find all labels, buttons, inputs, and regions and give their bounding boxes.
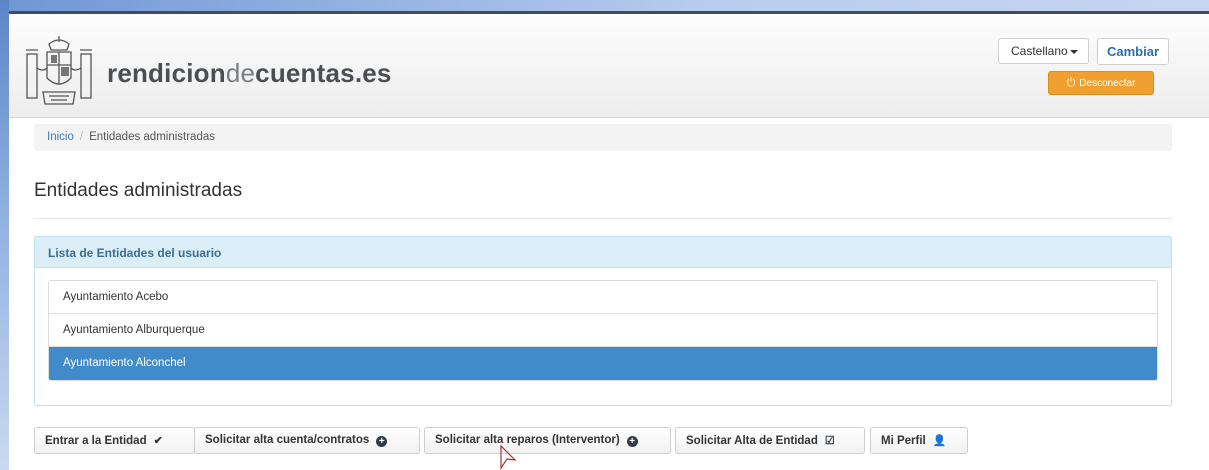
request-entity-button[interactable]: Solicitar Alta de Entidad ☑: [675, 427, 865, 454]
request-reparos-label: Solicitar alta reparos (Interventor): [435, 434, 620, 446]
request-reparos-button[interactable]: Solicitar alta reparos (Interventor) +: [424, 427, 671, 454]
breadcrumb-current: Entidades administradas: [89, 131, 215, 143]
window-side-strip: [0, 0, 9, 470]
plus-circle-icon: +: [626, 436, 638, 447]
page-title: Entidades administradas: [34, 180, 243, 201]
language-select[interactable]: Castellano: [998, 38, 1089, 64]
coat-of-arms-icon: [26, 36, 92, 105]
request-entity-label: Solicitar Alta de Entidad: [686, 435, 818, 447]
entity-list-item-selected[interactable]: Ayuntamiento Alconchel: [49, 347, 1157, 380]
logout-button[interactable]: ⏻ Desconectar: [1048, 71, 1154, 95]
entities-panel: Lista de Entidades del usuario Ayuntamie…: [34, 236, 1172, 406]
entity-list-item[interactable]: Ayuntamiento Alburquerque: [49, 314, 1157, 347]
power-icon: ⏻: [1066, 77, 1076, 89]
enter-entity-button[interactable]: Entrar a la Entidad ✔: [34, 427, 195, 454]
logout-label: Desconectar: [1079, 78, 1136, 89]
breadcrumb-separator: /: [79, 131, 84, 143]
my-profile-button[interactable]: Mi Perfil 👤: [870, 427, 968, 454]
request-accounts-button[interactable]: Solicitar alta cuenta/contratos +: [194, 427, 420, 454]
entity-list-item[interactable]: Ayuntamiento Acebo: [49, 281, 1157, 314]
edit-check-icon: ☑: [824, 435, 835, 447]
plus-circle-icon: +: [376, 436, 388, 447]
site-header: rendiciondecuentas.es Castellano Cambiar…: [9, 14, 1209, 118]
my-profile-label: Mi Perfil: [881, 435, 926, 447]
request-accounts-label: Solicitar alta cuenta/contratos: [205, 434, 370, 446]
user-icon: 👤: [932, 435, 947, 447]
brand-logo-text[interactable]: rendiciondecuentas.es: [107, 58, 392, 89]
brand-part-3: cuentas.es: [255, 58, 392, 88]
brand-part-2: de: [225, 58, 256, 88]
brand-part-1: rendicion: [107, 58, 226, 88]
breadcrumb: Inicio / Entidades administradas: [34, 124, 1172, 151]
panel-heading: Lista de Entidades del usuario: [35, 237, 1171, 268]
breadcrumb-home-link[interactable]: Inicio: [47, 131, 74, 143]
entity-list: Ayuntamiento Acebo Ayuntamiento Alburque…: [48, 280, 1158, 381]
title-divider: [34, 218, 1172, 219]
mouse-cursor-icon: [500, 444, 517, 470]
caret-down-icon: [1070, 50, 1078, 54]
change-language-button[interactable]: Cambiar: [1097, 38, 1169, 65]
check-icon: ✔: [153, 435, 163, 447]
enter-entity-label: Entrar a la Entidad: [45, 435, 147, 447]
language-select-value: Castellano: [1011, 44, 1068, 58]
